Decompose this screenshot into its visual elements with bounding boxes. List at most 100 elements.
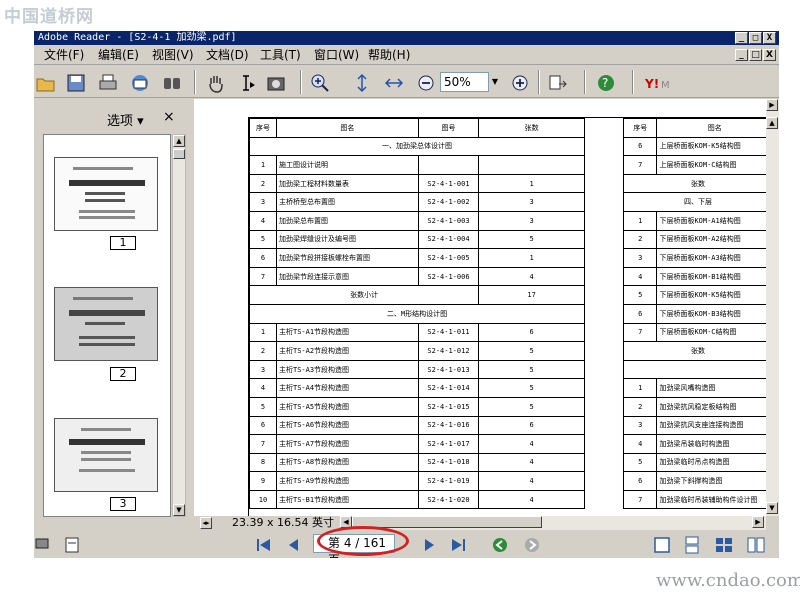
table-cell: 8 <box>249 452 277 473</box>
zoom-out-icon[interactable] <box>414 71 436 93</box>
continuous-icon[interactable] <box>682 536 702 554</box>
table-cell: 1 <box>478 248 585 268</box>
thumbnail-label: 1 <box>110 236 136 250</box>
email-icon[interactable] <box>128 71 150 93</box>
table-row: 2 下层桥面板KOM-A2结构图 <box>622 229 766 250</box>
doc-restore-button[interactable]: □ <box>749 49 762 61</box>
table-cell: 5 <box>249 396 277 417</box>
table-cell: 下层桥面板KOM-B3结构图 <box>656 303 766 324</box>
scroll-down-icon[interactable]: ▼ <box>766 502 778 514</box>
table-cell: 主桁TS-A5节段构造图 <box>275 396 419 417</box>
table-cell: 4 <box>478 452 585 473</box>
next-page-icon[interactable] <box>419 536 439 554</box>
table-cell: 加劲梁焊缝设计及编号图 <box>275 229 419 250</box>
page-thumbnail-3[interactable] <box>54 418 158 492</box>
zoom-input[interactable]: 50% <box>440 72 489 92</box>
yahoo-icon[interactable]: Y! M <box>642 71 682 93</box>
table-cell: 6 <box>249 415 277 436</box>
menu-edit[interactable]: 编辑(E) <box>98 47 139 63</box>
table-cell: 下层桥面板KOM-C结构图 <box>656 322 766 343</box>
table-cell: 5 <box>478 341 585 361</box>
screen-icon[interactable] <box>34 536 54 554</box>
toolbar-separator <box>538 70 540 94</box>
go-forward-icon[interactable] <box>522 536 542 554</box>
table-cell: 9 <box>249 471 277 491</box>
table-cell: 3 <box>249 359 277 380</box>
thumbnail-scrollbar[interactable]: ▲ ▼ <box>172 134 186 517</box>
maximize-button[interactable]: □ <box>749 32 762 44</box>
table-cell: 主桁TS-A8节段构造图 <box>275 452 419 473</box>
horizontal-scrollbar[interactable]: ◀ ▶ <box>340 516 766 530</box>
sidebar-close-icon[interactable]: × <box>163 109 175 125</box>
table-cell: 6 <box>249 248 277 268</box>
single-page-icon[interactable] <box>652 536 672 554</box>
export-icon[interactable] <box>546 71 568 93</box>
scroll-down-icon[interactable]: ▼ <box>173 504 185 516</box>
table-row: 张数小计 17 <box>249 285 585 305</box>
table-cell: S2-4-1-013 <box>417 359 480 380</box>
pdf-page: 序号 图名 图号 张数 一、加劲梁总体设计图 1 施工图设计说明 2 加劲梁工程材料数量表 S2-… <box>248 117 766 516</box>
table-cell: 加劲梁临时吊装辅助构件设计图 <box>656 489 766 510</box>
previous-page-icon[interactable] <box>284 536 304 554</box>
sidebar-options-menu[interactable]: 选项 ▾ <box>107 110 144 129</box>
save-icon[interactable] <box>64 71 86 93</box>
toolbar-separator <box>300 70 302 94</box>
hand-icon[interactable] <box>204 71 226 93</box>
menu-view[interactable]: 视图(V) <box>152 47 194 63</box>
scroll-right-icon[interactable]: ▶ <box>752 516 764 528</box>
menu-window[interactable]: 窗口(W) <box>314 47 359 63</box>
document-scrollbar[interactable]: ▶ ▲ ▼ <box>766 99 779 516</box>
document-view[interactable]: 序号 图名 图号 张数 一、加劲梁总体设计图 1 施工图设计说明 2 加劲梁工程材料数量表 S2-… <box>194 99 766 516</box>
table-row: 2 加劲梁抗风稳定板结构图 <box>622 396 766 417</box>
menu-file[interactable]: 文件(F) <box>44 47 84 63</box>
menu-help[interactable]: 帮助(H) <box>368 47 410 63</box>
open-icon[interactable] <box>34 71 56 93</box>
minimize-button[interactable]: _ <box>735 32 748 44</box>
page-indicator-highlight-ring <box>317 526 409 556</box>
table-row: 7 加劲梁临时吊装辅助构件设计图 <box>622 489 766 510</box>
table-row: 4 加劲梁吊装临时构造图 <box>622 434 766 454</box>
menu-document[interactable]: 文档(D) <box>206 47 249 63</box>
table-cell: 4 <box>478 489 585 510</box>
doc-close-button[interactable]: X <box>763 49 776 61</box>
table-cell: 4 <box>249 378 277 398</box>
zoom-in-icon[interactable] <box>308 71 330 93</box>
column-header: 张数 <box>478 118 585 138</box>
zoom-dropdown-icon[interactable]: ▼ <box>489 72 501 92</box>
table-row: 5 加劲梁临时吊点构造图 <box>622 452 766 473</box>
table-row <box>623 359 766 380</box>
table-row: 4 加劲梁总布置图 S2-4-1-003 3 <box>249 210 585 231</box>
table-row: 张数 <box>623 341 766 361</box>
menu-tools[interactable]: 工具(T) <box>260 47 301 63</box>
search-icon[interactable] <box>160 71 182 93</box>
table-cell: 加劲梁节段拼接板螺栓布置图 <box>275 248 419 268</box>
scroll-thumb[interactable] <box>173 149 185 159</box>
page-thumbnail-2[interactable] <box>54 287 158 361</box>
document-canvas: 序号 图名 图号 张数 一、加劲梁总体设计图 1 施工图设计说明 2 加劲梁工程材料数量表 S2-… <box>194 99 766 516</box>
table-row: 1 下层桥面板KOM-A1结构图 <box>622 210 766 231</box>
scroll-up-icon[interactable]: ▲ <box>173 135 185 147</box>
table-row: 7 加劲梁节段连接示意图 S2-4-1-006 4 <box>249 266 585 287</box>
first-page-icon[interactable] <box>254 536 274 554</box>
select-text-icon[interactable] <box>234 71 256 93</box>
facing-icon[interactable] <box>714 536 734 554</box>
subtotal-label: 张数小计 <box>249 285 480 305</box>
page-thumbnail-1[interactable] <box>54 157 158 231</box>
close-button[interactable]: X <box>763 32 776 44</box>
last-page-icon[interactable] <box>448 536 468 554</box>
go-back-icon[interactable] <box>490 536 510 554</box>
doc-minimize-button[interactable]: _ <box>735 49 748 61</box>
table-row: 6 加劲梁下斜撑构造图 <box>622 471 766 491</box>
continuous-facing-icon[interactable] <box>746 536 766 554</box>
split-handle-icon[interactable]: ◂▸ <box>200 517 212 529</box>
fit-height-icon[interactable] <box>350 71 372 93</box>
zoom-in-plus-icon[interactable] <box>508 71 530 93</box>
snapshot-icon[interactable] <box>264 71 286 93</box>
help-icon[interactable]: ? <box>594 71 616 93</box>
layout-icon[interactable] <box>62 536 82 554</box>
table-cell: 1 <box>622 210 658 231</box>
scroll-right-top-icon[interactable]: ▶ <box>766 99 778 111</box>
fit-width-icon[interactable] <box>382 71 404 93</box>
scroll-up-icon[interactable]: ▲ <box>766 117 778 129</box>
print-icon[interactable] <box>96 71 118 93</box>
